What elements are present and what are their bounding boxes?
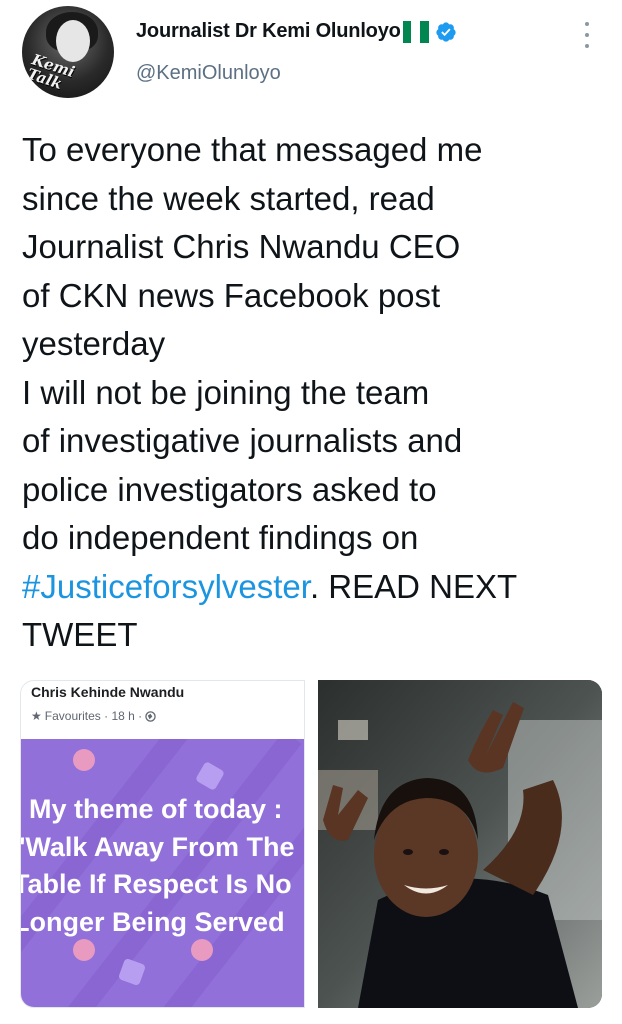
avatar-face [56,20,90,62]
author-display-name[interactable]: Journalist Dr Kemi Olunloyo [136,20,401,43]
tweet-line: I will not be joining the team [22,373,430,411]
media-image-facebook-post[interactable]: Chris Kehinde Nwandu ★ Favourites · 18 h… [20,680,305,1008]
tweet-line: Journalist Chris Nwandu CEO [22,228,461,265]
more-options-icon[interactable] [580,22,594,48]
fb-quote-line: 'Walk Away From The [21,831,295,862]
fb-quote-line: Longer Being Served [21,906,285,937]
fb-quote-line: Table If Respect Is No [21,869,292,899]
tweet-line: yesterday [22,325,166,362]
fb-poster-name: Chris Kehinde Nwandu [31,684,185,700]
star-icon: ★ [31,709,42,723]
tweet-line-hashtag: #Justiceforsylvester. READ NEXT [22,563,612,612]
tweet-line: TWEET [22,616,138,653]
fb-quote-card: My theme of today : 'Walk Away From The … [21,739,304,1007]
author-handle[interactable]: @KemiOlunloyo [136,62,281,85]
fb-quote-text: My theme of today : 'Walk Away From The … [21,791,304,941]
decorative-blob [194,760,226,792]
author-avatar[interactable]: Kemi Talk [22,6,114,98]
tweet-line-tail: . READ NEXT [309,567,518,605]
tweet-line: do independent findings on [22,519,419,556]
tweet-text: To everyone that messaged me since the w… [22,126,612,660]
tweet-line: of investigative journalists and [22,422,463,459]
decorative-blob [191,939,213,961]
author-name-row[interactable]: Journalist Dr Kemi Olunloyo [136,20,457,43]
boy-peace-sign-photo [318,680,602,1008]
decorative-blob [73,749,95,771]
tweet-card: Kemi Talk Journalist Dr Kemi Olunloyo @Ke… [0,0,622,1024]
verified-badge-icon [436,21,456,42]
tweet-line: of CKN news Facebook post [22,276,441,314]
fb-post-meta: ★ Favourites · 18 h · [31,709,156,723]
media-image-boy-photo[interactable] [318,680,602,1008]
decorative-blob [73,939,95,961]
fb-meta-text: Favourites · 18 h · [44,709,143,723]
tweet-line: since the week started, read [22,179,435,217]
fb-quote-line: My theme of today : [29,794,283,824]
nigeria-flag-icon [402,20,429,43]
hashtag-link[interactable]: #Justiceforsylvester [22,568,310,605]
globe-icon [145,710,156,722]
tweet-line: police investigators asked to [22,470,437,508]
tweet-line: To everyone that messaged me [22,131,483,168]
